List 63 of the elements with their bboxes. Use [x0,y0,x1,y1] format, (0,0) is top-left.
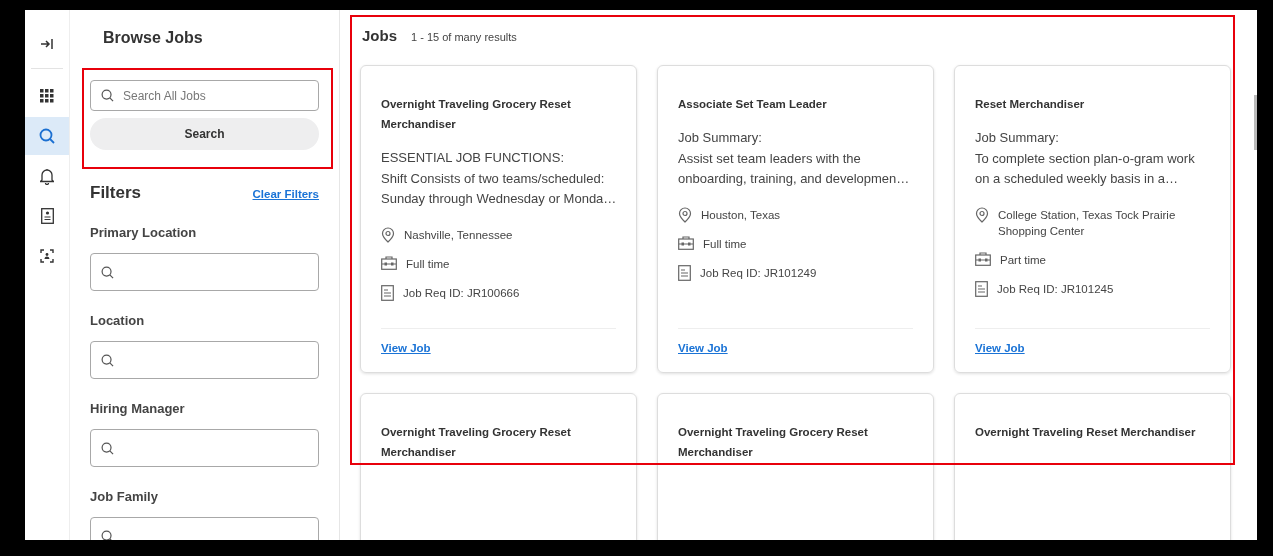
search-icon [101,89,114,102]
document-icon [975,280,988,297]
person-scan-icon [40,249,54,263]
job-description-line: Job Summary: [678,129,763,147]
clear-filters-link[interactable]: Clear Filters [252,188,319,200]
scrollbar-thumb[interactable] [1254,95,1257,150]
search-icon [101,529,114,540]
location-pin-icon [975,206,989,223]
document-icon [381,284,394,301]
view-job-link[interactable]: View Job [975,342,1025,354]
filter-search-field[interactable] [90,253,319,291]
job-location: Houston, Texas [701,207,781,223]
job-title: Associate Set Team Leader [678,97,828,112]
location-pin-icon [381,226,395,243]
job-time-type: Part time [1000,252,1046,268]
job-description-line: To complete section plan-o-gram work [975,149,1196,168]
job-location: Nashville, Tennessee [404,227,513,243]
filter-label: Location [90,313,146,328]
briefcase-icon [975,251,991,266]
search-icon [39,128,55,144]
job-req-id: Job Req ID: JR101249 [700,265,817,281]
job-description-line: on a scheduled weekly basis in a… [975,170,1180,188]
job-title: Overnight Traveling Grocery Reset Merchandiser [678,425,869,460]
search-field[interactable]: Search All Jobs [90,80,319,111]
filter-search-field[interactable] [90,341,319,379]
filter-label: Job Family [90,489,159,504]
job-title: Overnight Traveling Reset Merchandiser [975,425,1197,440]
job-description-line: Assist set team leaders with the [678,149,862,168]
job-description-line: Sunday through Wednesday or Monda… [381,190,616,208]
results-count: 1 - 15 of many results [411,31,517,43]
job-req-id: Job Req ID: JR101245 [997,281,1114,297]
view-job-link[interactable]: View Job [381,342,431,354]
job-description-line: Shift Consists of two teams/scheduled: [381,169,606,188]
job-req-id: Job Req ID: JR100666 [403,285,520,301]
search-button[interactable]: Search [90,118,319,150]
job-description-line: ESSENTIAL JOB FUNCTIONS: [381,149,565,167]
apps-grid-icon [40,89,54,103]
job-description-line: Job Summary: [975,129,1060,147]
briefcase-icon [381,255,397,270]
collapse-icon [40,37,54,51]
job-title: Reset Merchandiser [975,97,1086,112]
job-title: Overnight Traveling Grocery Reset Merchandiser [381,425,572,460]
jobs-heading: Jobs [362,27,397,44]
briefcase-icon [678,235,694,250]
filter-search-field[interactable] [90,429,319,467]
location-pin-icon [678,206,692,223]
search-icon [101,441,114,455]
search-icon [101,265,114,279]
document-icon [678,264,691,281]
search-icon [101,353,114,367]
job-title: Overnight Traveling Grocery Reset Merchandiser [381,97,572,132]
filters-heading: Filters [90,183,142,203]
job-time-type: Full time [703,236,747,252]
id-badge-icon [40,208,54,224]
job-location: College Station, Texas Tock Prairie Shopping Center [998,207,1177,239]
filter-label: Hiring Manager [90,401,186,416]
job-time-type: Full time [406,256,450,272]
filter-label: Primary Location [90,225,198,240]
search-nav-item[interactable] [25,117,69,155]
bell-icon [40,167,54,185]
job-description-line: onboarding, training, and developmen… [678,170,911,188]
view-job-link[interactable]: View Job [678,342,728,354]
page-title: Browse Jobs [103,29,204,47]
